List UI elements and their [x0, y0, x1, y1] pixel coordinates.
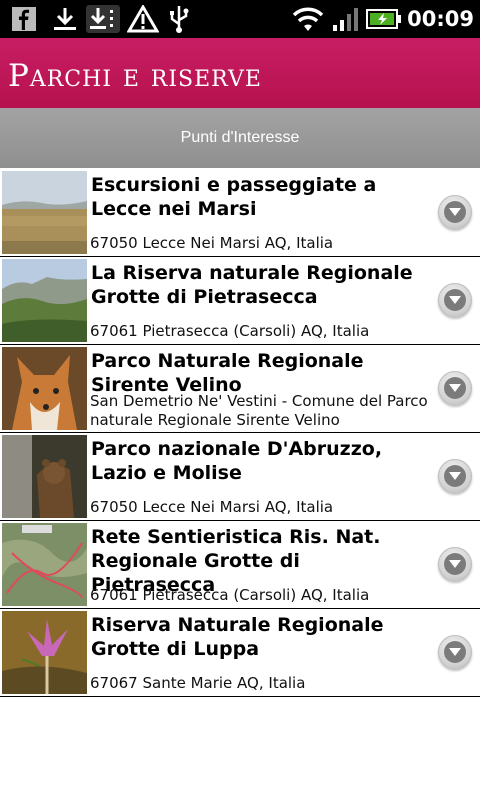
usb-icon — [166, 5, 192, 33]
thumbnail-rocky-gorge — [2, 259, 87, 342]
thumbnail-meadow-landscape — [2, 171, 87, 254]
signal-icon — [330, 5, 360, 33]
item-title: Riserva Naturale Regionale Grotte di Lup… — [91, 614, 384, 660]
item-title: La Riserva naturale Regionale Grotte di … — [91, 262, 413, 308]
battery-charging-icon — [366, 5, 402, 33]
chevron-down-icon — [444, 553, 466, 575]
chevron-down-icon — [444, 641, 466, 663]
item-title: Parco nazionale D'Abruzzo, Lazio e Molis… — [91, 438, 383, 484]
list-item[interactable]: Rete Sentieristica Ris. Nat. Regionale G… — [0, 521, 480, 609]
item-address: 67061 Pietrasecca (Carsoli) AQ, Italia — [90, 322, 370, 340]
warning-icon — [126, 5, 160, 33]
facebook-icon — [10, 5, 38, 33]
list-item[interactable]: Parco nazionale D'Abruzzo, Lazio e Molis… — [0, 433, 480, 521]
section-header: Punti d'Interesse — [0, 108, 480, 168]
item-address: San Demetrio Ne' Vestini - Comune del Pa… — [90, 392, 428, 429]
expand-button[interactable] — [438, 547, 472, 581]
chevron-down-icon — [444, 201, 466, 223]
poi-list: Escursioni e passeggiate a Lecce nei Mar… — [0, 169, 480, 697]
expand-button[interactable] — [438, 459, 472, 493]
list-item[interactable]: La Riserva naturale Regionale Grotte di … — [0, 257, 480, 345]
item-address: 67061 Pietrasecca (Carsoli) AQ, Italia — [90, 586, 370, 604]
download-icon — [50, 5, 80, 33]
download-queue-icon — [86, 5, 120, 33]
chevron-down-icon — [444, 289, 466, 311]
thumbnail-trail-map — [2, 523, 87, 606]
expand-button[interactable] — [438, 283, 472, 317]
thumbnail-fox — [2, 347, 87, 430]
expand-button[interactable] — [438, 371, 472, 405]
expand-button[interactable] — [438, 195, 472, 229]
item-address: 67067 Sante Marie AQ, Italia — [90, 674, 306, 692]
item-address: 67050 Lecce Nei Marsi AQ, Italia — [90, 234, 334, 252]
app-title-bar: Parchi e riserve — [0, 38, 480, 108]
list-item[interactable]: Escursioni e passeggiate a Lecce nei Mar… — [0, 169, 480, 257]
thumbnail-flower — [2, 611, 87, 694]
item-address: 67050 Lecce Nei Marsi AQ, Italia — [90, 498, 334, 516]
item-title: Parco Naturale Regionale Sirente Velino — [91, 350, 364, 396]
chevron-down-icon — [444, 465, 466, 487]
list-item[interactable]: Parco Naturale Regionale Sirente Velino … — [0, 345, 480, 433]
item-title: Escursioni e passeggiate a Lecce nei Mar… — [91, 174, 377, 220]
status-bar: 00:09 — [0, 0, 480, 38]
list-item[interactable]: Riserva Naturale Regionale Grotte di Lup… — [0, 609, 480, 697]
status-time: 00:09 — [407, 7, 474, 31]
app-title: Parchi e riserve — [8, 58, 262, 94]
expand-button[interactable] — [438, 635, 472, 669]
wifi-icon — [290, 5, 326, 33]
thumbnail-bear — [2, 435, 87, 518]
chevron-down-icon — [444, 377, 466, 399]
